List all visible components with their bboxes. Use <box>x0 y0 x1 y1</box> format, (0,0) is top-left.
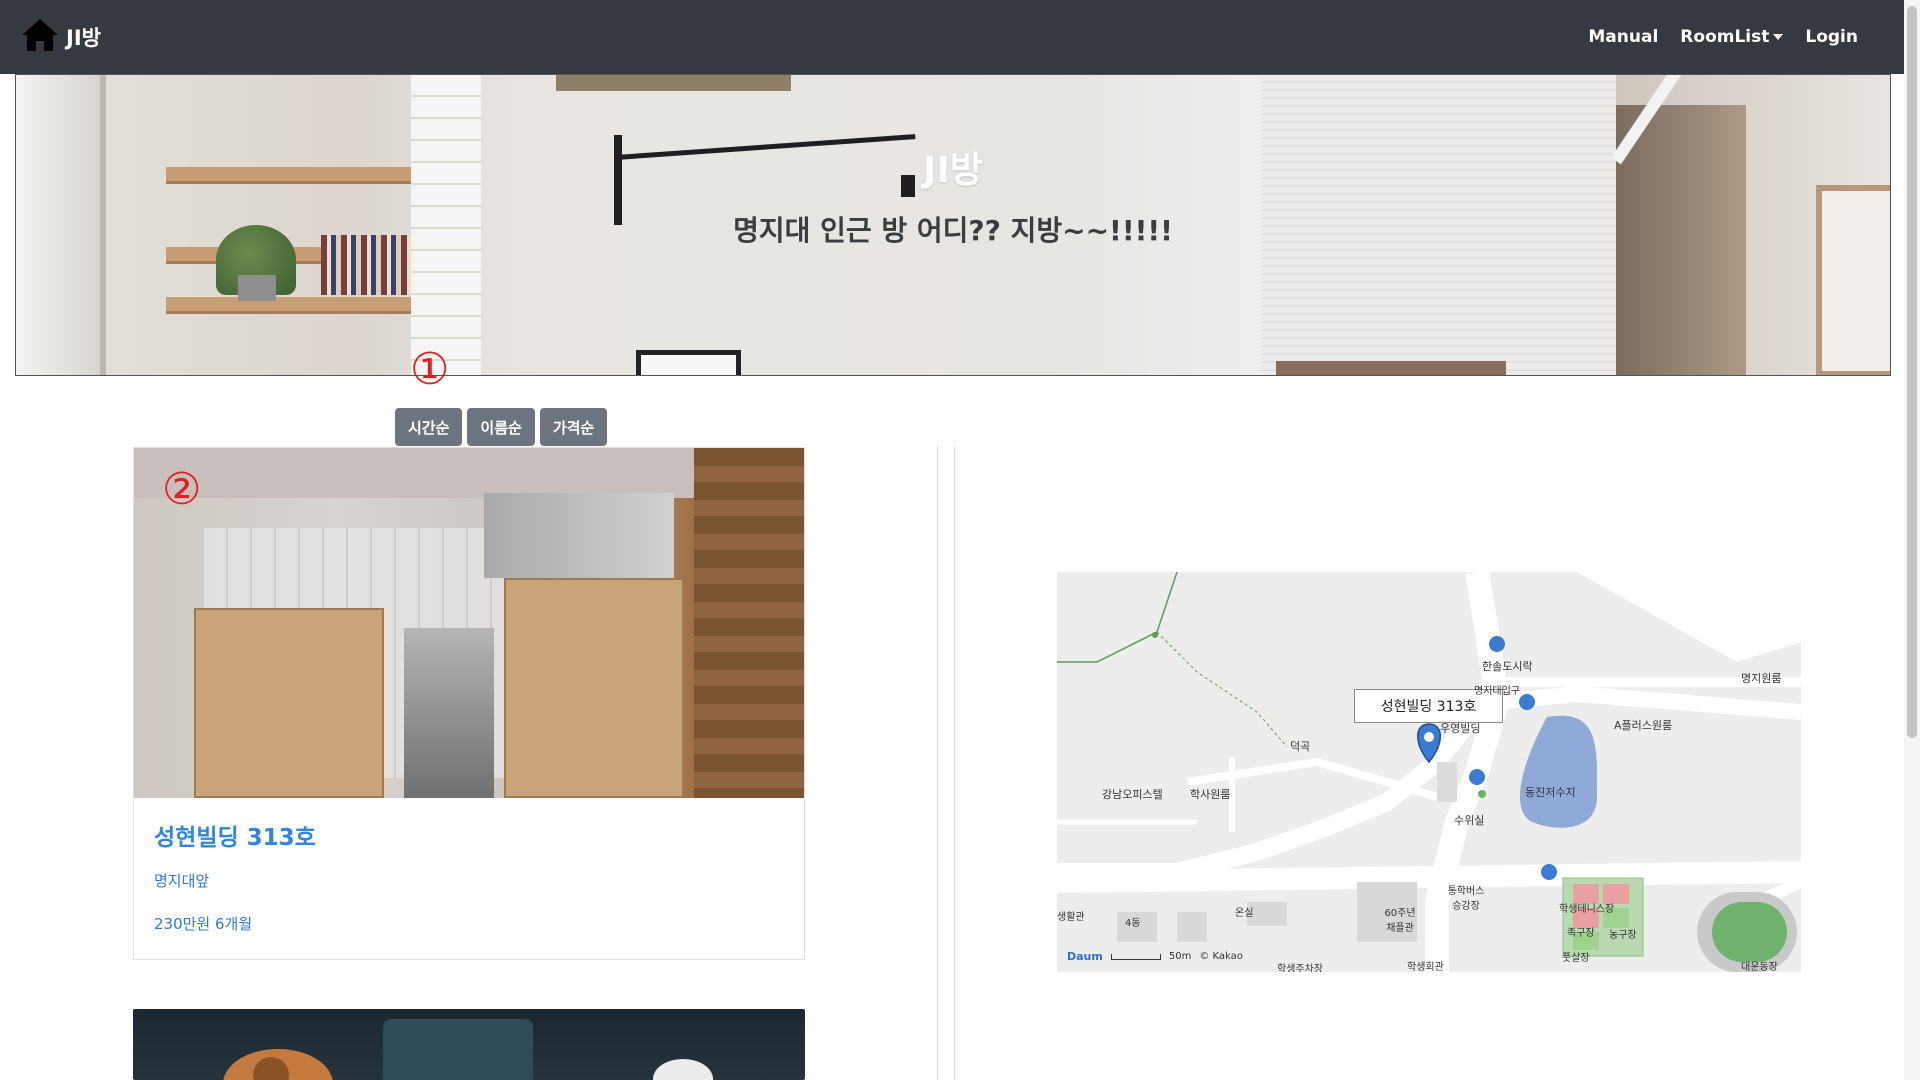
scale-bar <box>1110 953 1161 960</box>
room-photo[interactable] <box>134 448 804 798</box>
annotation-marker-2: ② <box>162 464 202 515</box>
brand-text: JI방 <box>66 26 101 50</box>
map-label: 우영빌딩 <box>1440 722 1481 735</box>
nav-roomlist-label: RoomList <box>1680 27 1770 47</box>
hero-bg-shelf <box>166 297 411 311</box>
scrollbar-thumb[interactable] <box>1907 6 1917 738</box>
hero-subtitle: 명지대 인근 방 어디?? 지방~~!!!!! <box>733 214 1173 247</box>
hero-banner: JI방 명지대 인근 방 어디?? 지방~~!!!!! <box>15 74 1891 376</box>
hero-bg-window-top <box>556 75 791 91</box>
brand-link[interactable]: JI방 <box>20 17 101 58</box>
photo-fridge <box>484 493 674 578</box>
map-label: 학생주차장 <box>1277 964 1323 972</box>
photo-cabinet <box>504 578 684 798</box>
room-price: 230만원 6개월 <box>154 915 253 933</box>
nav-manual[interactable]: Manual <box>1588 27 1658 47</box>
sort-by-price-button[interactable]: 가격순 <box>539 408 608 446</box>
map-label: 족구장 <box>1567 928 1595 939</box>
map-scale: Daum 50m © Kakao <box>1067 950 1243 963</box>
map-label: 통학버스 승강장 <box>1447 886 1485 912</box>
map-label: 온실 <box>1235 908 1254 919</box>
map-canvas <box>1057 572 1801 972</box>
map-label: 대운동장 <box>1741 962 1778 972</box>
hero-bg-pot <box>238 275 276 301</box>
photo-sink <box>404 628 494 798</box>
column-divider <box>937 446 955 1080</box>
map-logo[interactable]: Daum <box>1067 950 1103 963</box>
map-label: 덕곡 <box>1290 740 1311 753</box>
map-label: 명지대입구 <box>1474 686 1520 697</box>
room-location: 명지대앞 <box>154 872 210 890</box>
map-label: 동진저수지 <box>1525 786 1576 799</box>
room-card-body: 성현빌딩 313호 명지대앞 230만원 6개월 <box>134 798 804 950</box>
map-label: 4동 <box>1125 918 1141 929</box>
sort-by-name-button[interactable]: 이름순 <box>467 408 535 446</box>
map-scale-label: 50m <box>1168 951 1192 962</box>
hero-bg-frame <box>636 350 741 375</box>
caret-down-icon <box>1773 34 1784 40</box>
nav-roomlist-dropdown[interactable]: RoomList <box>1680 27 1784 47</box>
room-card[interactable]: 성현빌딩 313호 명지대앞 230만원 6개월 <box>133 447 805 960</box>
photo-character <box>653 1059 713 1080</box>
map-label: 명지원룸 <box>1741 672 1782 685</box>
map-label: A플러스원룸 <box>1614 719 1673 732</box>
sort-button-group: 시간순 이름순 가격순 <box>395 408 608 446</box>
nav-links: Manual RoomList Login <box>1588 27 1858 47</box>
map-label: 학생테니스장 <box>1559 904 1615 915</box>
hero-title: JI방 <box>923 150 983 191</box>
map-label: 학사원룸 <box>1190 788 1231 801</box>
page-scrollbar[interactable] <box>1904 0 1920 1080</box>
map-label: 한솔도시락 <box>1482 660 1533 673</box>
room-card-2-photo[interactable] <box>133 1009 805 1080</box>
room-title[interactable]: 성현빌딩 313호 <box>154 818 784 852</box>
map-label: 농구장 <box>1609 930 1637 941</box>
annotation-marker-1: ① <box>410 344 450 395</box>
navbar: JI방 Manual RoomList Login <box>0 0 1904 74</box>
map-label: 60주년 채플관 <box>1384 908 1416 934</box>
photo-wood <box>694 448 804 798</box>
map-label: 강남오피스텔 <box>1102 788 1163 801</box>
kakao-map[interactable]: 성현빌딩 313호 한솔도시락 명지원룸 명지대입구 우영빌딩 A플러스원룸 덕… <box>1057 572 1801 972</box>
home-icon <box>20 17 60 58</box>
map-label: 풋살장 <box>1562 953 1590 964</box>
map-label: 학생회관 <box>1407 962 1444 972</box>
photo-seat <box>383 1019 533 1080</box>
map-label: 수위실 <box>1454 814 1485 827</box>
sort-by-time-button[interactable]: 시간순 <box>395 408 463 446</box>
map-label: 생활관 <box>1057 912 1085 923</box>
nav-login[interactable]: Login <box>1805 27 1858 47</box>
map-copyright: © Kakao <box>1199 951 1243 962</box>
hero-bg-radiator <box>1276 361 1506 375</box>
photo-cabinet <box>194 608 384 798</box>
